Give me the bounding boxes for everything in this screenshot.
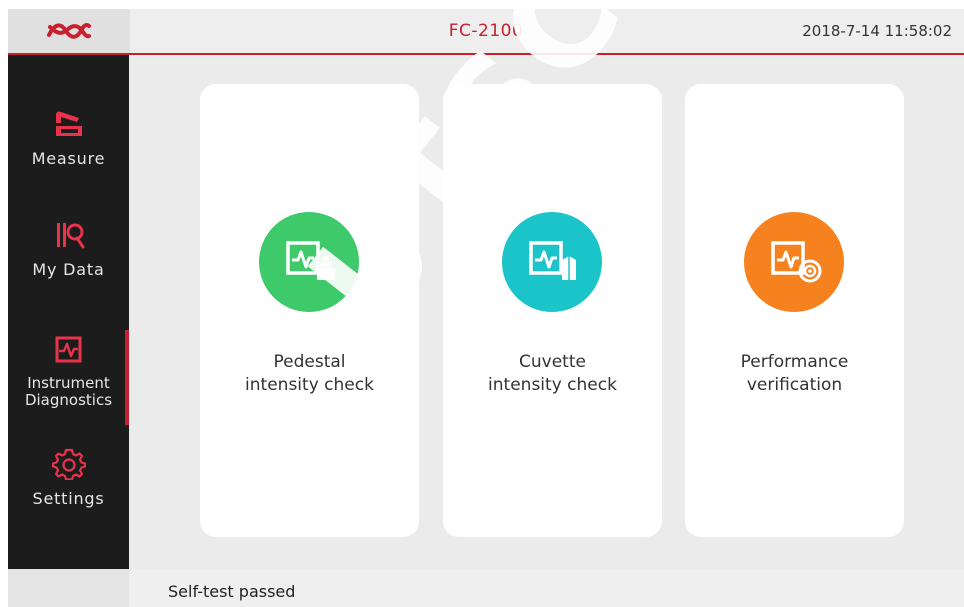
card-label-line2: intensity check — [488, 375, 617, 395]
performance-verification-icon — [744, 212, 844, 312]
cuvette-intensity-check-card[interactable]: Cuvette intensity check — [443, 84, 662, 537]
main-content: Pedestal intensity check Cuvette intensi… — [129, 55, 964, 569]
pedestal-check-icon — [259, 212, 359, 312]
sidebar-item-label: My Data — [32, 260, 105, 279]
my-data-icon — [52, 218, 86, 252]
card-label: Performance verification — [685, 351, 904, 397]
status-bar: Self-test passed — [8, 569, 964, 607]
gear-icon — [51, 447, 86, 481]
sidebar-item-my-data[interactable]: My Data — [8, 218, 129, 280]
card-label-line2: intensity check — [245, 375, 374, 395]
sidebar-item-label: Measure — [31, 149, 106, 168]
sidebar-item-settings[interactable]: Settings — [8, 447, 129, 509]
sidebar: Measure My Data Instrument Diagnostics S… — [8, 55, 129, 569]
sidebar-item-measure[interactable]: Measure — [8, 107, 129, 169]
card-label: Pedestal intensity check — [200, 351, 419, 397]
top-bar: FC-2100 2018-7-14 11:58:02 — [8, 9, 964, 55]
cuvette-check-icon — [502, 212, 602, 312]
measure-icon — [52, 107, 86, 141]
sidebar-item-label: Settings — [32, 489, 105, 508]
sidebar-item-label-line2: Diagnostics — [24, 391, 113, 409]
date-time: 2018-7-14 11:58:02 — [802, 22, 952, 40]
performance-verification-card[interactable]: Performance verification — [685, 84, 904, 537]
sidebar-item-instrument-diagnostics[interactable]: Instrument Diagnostics — [8, 333, 129, 409]
card-label-line2: verification — [746, 375, 843, 395]
diagnostics-icon — [52, 333, 86, 367]
card-label-line1: Performance — [740, 352, 849, 372]
status-message: Self-test passed — [168, 582, 296, 601]
card-label-line1: Cuvette — [519, 352, 586, 372]
sidebar-item-label-line1: Instrument — [27, 374, 110, 392]
app-window: FC-2100 2018-7-14 11:58:02 Measure My Da… — [8, 9, 964, 607]
card-label: Cuvette intensity check — [443, 351, 662, 397]
pedestal-intensity-check-card[interactable]: Pedestal intensity check — [200, 84, 419, 537]
card-label-line1: Pedestal — [273, 352, 346, 372]
status-bar-left-pad — [8, 569, 129, 607]
